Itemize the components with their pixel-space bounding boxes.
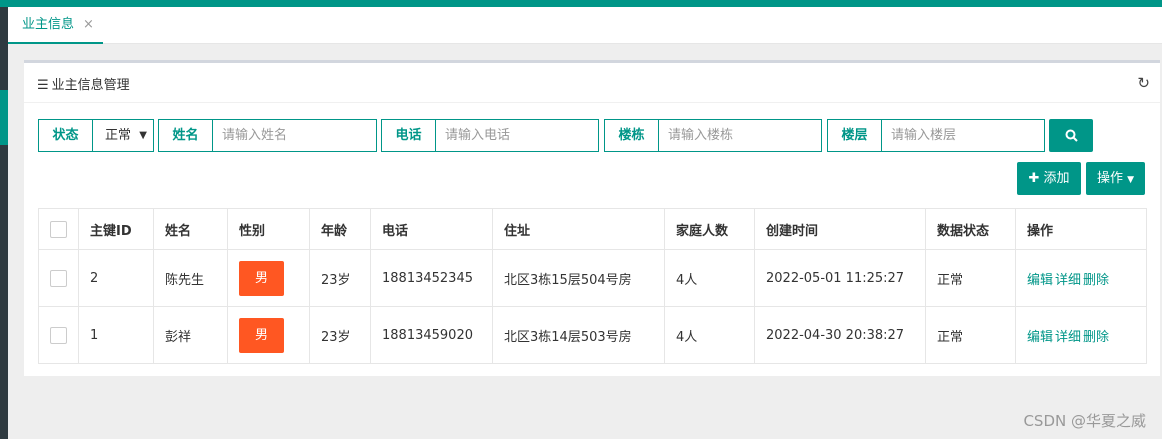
cell-gender: 男 bbox=[227, 249, 310, 307]
header-created-time: 创建时间 bbox=[754, 208, 926, 250]
owner-table: 主键ID 姓名 性别 年龄 电话 住址 家庭人数 创建时间 数据状态 操作 2 … bbox=[38, 208, 1147, 364]
row-checkbox[interactable] bbox=[50, 326, 67, 344]
detail-link[interactable]: 详细 bbox=[1055, 273, 1081, 288]
header-age: 年龄 bbox=[309, 208, 371, 250]
add-button-label: 添加 bbox=[1043, 171, 1070, 186]
cell-age: 23岁 bbox=[309, 249, 371, 307]
cell-name: 陈先生 bbox=[153, 249, 228, 307]
table-row: 2 陈先生 男 23岁 18813452345 北区3栋15层504号房 4人 … bbox=[38, 249, 1147, 307]
header-gender: 性别 bbox=[227, 208, 310, 250]
cell-family-size: 4人 bbox=[664, 306, 755, 364]
table-header-row: 主键ID 姓名 性别 年龄 电话 住址 家庭人数 创建时间 数据状态 操作 bbox=[38, 208, 1147, 250]
name-filter: 姓名 bbox=[158, 119, 377, 152]
close-icon[interactable]: × bbox=[83, 7, 94, 43]
tab-label: 业主信息 bbox=[22, 17, 75, 32]
cell-address: 北区3栋15层504号房 bbox=[492, 249, 665, 307]
cell-name: 彭祥 bbox=[153, 306, 228, 364]
name-label: 姓名 bbox=[159, 120, 213, 151]
header-id: 主键ID bbox=[78, 208, 154, 250]
operations-dropdown-button[interactable]: 操作 ▼ bbox=[1086, 162, 1145, 195]
phone-input[interactable] bbox=[436, 120, 598, 151]
add-button[interactable]: ✚ 添加 bbox=[1017, 162, 1081, 195]
status-filter: 状态 正常 ▼ bbox=[38, 119, 154, 152]
cell-age: 23岁 bbox=[309, 306, 371, 364]
row-checkbox[interactable] bbox=[50, 269, 67, 287]
cell-phone: 18813452345 bbox=[370, 249, 493, 307]
search-icon bbox=[1065, 129, 1078, 142]
phone-label: 电话 bbox=[382, 120, 436, 151]
edit-link[interactable]: 编辑 bbox=[1027, 330, 1053, 345]
cell-data-status: 正常 bbox=[925, 306, 1016, 364]
header-family-size: 家庭人数 bbox=[664, 208, 755, 250]
tab-owner-info[interactable]: 业主信息 × bbox=[8, 7, 103, 44]
row-select-cell bbox=[38, 249, 79, 307]
header-name: 姓名 bbox=[153, 208, 228, 250]
cell-address: 北区3栋14层503号房 bbox=[492, 306, 665, 364]
table-row: 1 彭祥 男 23岁 18813459020 北区3栋14层503号房 4人 2… bbox=[38, 306, 1147, 364]
cell-created-time: 2022-04-30 20:38:27 bbox=[754, 306, 926, 364]
cell-actions: 编辑 详细 删除 bbox=[1015, 306, 1147, 364]
edit-link[interactable]: 编辑 bbox=[1027, 273, 1053, 288]
cell-gender: 男 bbox=[227, 306, 310, 364]
status-select[interactable]: 正常 ▼ bbox=[93, 120, 153, 151]
operations-label: 操作 bbox=[1096, 171, 1123, 186]
top-accent-bar bbox=[0, 0, 1162, 7]
cell-actions: 编辑 详细 删除 bbox=[1015, 249, 1147, 307]
cell-id: 2 bbox=[78, 249, 154, 307]
cell-id: 1 bbox=[78, 306, 154, 364]
select-all-cell bbox=[38, 208, 79, 250]
status-select-value: 正常 bbox=[105, 128, 132, 143]
header-address: 住址 bbox=[492, 208, 665, 250]
floor-label: 楼层 bbox=[828, 120, 882, 151]
refresh-icon[interactable]: ↻ bbox=[1137, 74, 1150, 92]
header-data-status: 数据状态 bbox=[925, 208, 1016, 250]
select-all-checkbox[interactable] bbox=[50, 220, 67, 238]
chevron-down-icon: ▼ bbox=[139, 130, 147, 141]
gender-badge: 男 bbox=[239, 260, 284, 296]
panel-title: ☰ 业主信息管理 bbox=[37, 74, 130, 93]
floor-filter: 楼层 bbox=[827, 119, 1045, 152]
detail-link[interactable]: 详细 bbox=[1055, 330, 1081, 345]
panel-title-text: 业主信息管理 bbox=[51, 78, 130, 93]
delete-link[interactable]: 删除 bbox=[1083, 273, 1109, 288]
sidebar-active-indicator bbox=[0, 90, 8, 145]
menu-icon: ☰ bbox=[37, 78, 49, 93]
watermark: CSDN @华夏之威 bbox=[1023, 412, 1146, 430]
cell-data-status: 正常 bbox=[925, 249, 1016, 307]
panel-header: ☰ 业主信息管理 ↻ bbox=[24, 63, 1160, 103]
status-label: 状态 bbox=[39, 120, 93, 151]
building-input[interactable] bbox=[659, 120, 821, 151]
cell-created-time: 2022-05-01 11:25:27 bbox=[754, 249, 926, 307]
building-filter: 楼栋 bbox=[604, 119, 822, 152]
caret-down-icon: ▼ bbox=[1127, 175, 1135, 185]
building-label: 楼栋 bbox=[605, 120, 659, 151]
sidebar-strip bbox=[0, 7, 8, 439]
header-actions: 操作 bbox=[1015, 208, 1147, 250]
gender-badge: 男 bbox=[239, 317, 284, 353]
tab-bar: 业主信息 × bbox=[8, 7, 1162, 44]
cell-phone: 18813459020 bbox=[370, 306, 493, 364]
cell-family-size: 4人 bbox=[664, 249, 755, 307]
plus-icon: ✚ bbox=[1028, 171, 1040, 186]
phone-filter: 电话 bbox=[381, 119, 599, 152]
floor-input[interactable] bbox=[882, 120, 1044, 151]
row-select-cell bbox=[38, 306, 79, 364]
name-input[interactable] bbox=[213, 120, 376, 151]
search-button[interactable] bbox=[1049, 119, 1093, 152]
header-phone: 电话 bbox=[370, 208, 493, 250]
owner-panel: ☰业主信息管理 ↻ 状态 正常 ▼ 姓名 电话 楼栋 楼层 ✚ 添加 操作 ▼ 主… bbox=[24, 60, 1160, 376]
delete-link[interactable]: 删除 bbox=[1083, 330, 1109, 345]
